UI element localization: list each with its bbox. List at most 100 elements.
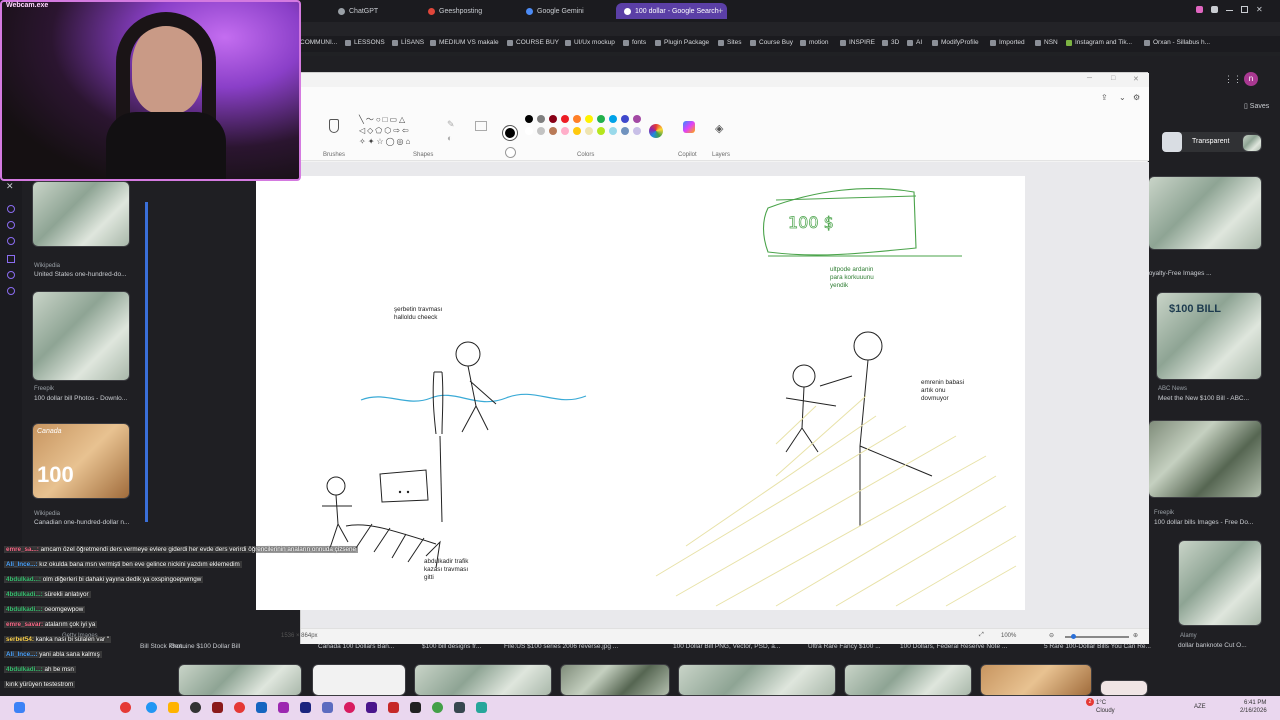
chat-username[interactable]: emre_sa...:: [6, 546, 41, 553]
app-icon[interactable]: [476, 702, 487, 713]
start-icon[interactable]: [14, 702, 25, 713]
chat-username[interactable]: 4bdulkadi...:: [6, 606, 45, 613]
color1-selector[interactable]: [503, 126, 517, 140]
bookmark-item[interactable]: LESSONS: [345, 39, 385, 46]
saves-button[interactable]: ▯ Saves: [1244, 102, 1269, 110]
circle-icon[interactable]: [7, 221, 15, 229]
color-swatch[interactable]: [609, 115, 617, 123]
edge-icon[interactable]: [146, 702, 157, 713]
circle-icon[interactable]: [7, 205, 15, 213]
app-icon[interactable]: [278, 702, 289, 713]
zoom-out-icon[interactable]: ⊖: [1049, 632, 1054, 639]
color-swatch[interactable]: [561, 127, 569, 135]
maximize-icon[interactable]: [1241, 6, 1248, 13]
result-thumbnail[interactable]: [414, 664, 552, 696]
app-icon[interactable]: [322, 702, 333, 713]
result-thumbnail[interactable]: [312, 664, 406, 696]
bookmark-item[interactable]: Instagram and Tik...: [1066, 39, 1132, 46]
obs-icon[interactable]: [190, 702, 201, 713]
result-title[interactable]: Meet the New $100 Bill - ABC...: [1158, 395, 1249, 402]
color-swatch[interactable]: [537, 127, 545, 135]
weather-icon[interactable]: 2: [1080, 698, 1094, 714]
result-title[interactable]: Canadian one-hundred-dollar n...: [34, 519, 129, 526]
zoom-slider-thumb[interactable]: [1071, 634, 1076, 639]
bookmark-item[interactable]: UI/Ux mockup: [565, 39, 615, 46]
new-tab-button[interactable]: +: [710, 3, 731, 19]
result-thumbnail[interactable]: $100 BILL: [1156, 292, 1262, 380]
result-title[interactable]: $100 bill designs fr...: [422, 643, 481, 650]
apps-grid-icon[interactable]: ⋮⋮: [1224, 74, 1242, 85]
chat-username[interactable]: Ali_Ince...:: [6, 561, 39, 568]
language-indicator[interactable]: AZE: [1194, 704, 1206, 710]
extension-icon[interactable]: [1196, 6, 1203, 13]
color-swatch[interactable]: [561, 115, 569, 123]
color-swatch[interactable]: [549, 127, 557, 135]
color-swatch[interactable]: [609, 127, 617, 135]
result-title[interactable]: 100 dollar bill Photos - Downlo...: [34, 395, 127, 402]
color-swatch[interactable]: [597, 127, 605, 135]
zoom-slider-track[interactable]: [145, 202, 148, 522]
chrome-icon[interactable]: [234, 702, 245, 713]
download-icon[interactable]: [7, 255, 15, 263]
app-icon[interactable]: [344, 702, 355, 713]
color-swatch[interactable]: [537, 115, 545, 123]
tab-chatgpt[interactable]: ChatGPT: [330, 3, 386, 19]
clock-date[interactable]: 2/16/2026: [1240, 708, 1267, 714]
chat-username[interactable]: Ali_Ince...:: [6, 651, 39, 658]
bookmark-item[interactable]: Course Buy: [750, 39, 793, 46]
acrobat-icon[interactable]: [212, 702, 223, 713]
bookmark-item[interactable]: fonts: [623, 39, 646, 46]
color-swatch[interactable]: [525, 115, 533, 123]
tab-gemini[interactable]: Google Gemini: [518, 3, 592, 19]
extension-icon[interactable]: [1211, 6, 1218, 13]
bookmark-item[interactable]: COMMUNI...: [300, 39, 337, 46]
zoom-in-icon[interactable]: ⊕: [1133, 632, 1138, 639]
minimize-icon[interactable]: [1226, 10, 1233, 11]
result-thumbnail[interactable]: [1242, 134, 1262, 152]
color-swatch[interactable]: [549, 115, 557, 123]
result-title[interactable]: 5 Rare 100-Dollar Bills You Can Re...: [1044, 643, 1151, 650]
brush-icon[interactable]: [329, 119, 339, 133]
chat-username[interactable]: 4bdulkadi...:: [6, 591, 45, 598]
color-swatch[interactable]: [633, 115, 641, 123]
chat-username[interactable]: serbet54:: [6, 636, 36, 643]
bookmark-item[interactable]: ModifyProfile: [932, 39, 979, 46]
result-thumbnail[interactable]: [1148, 176, 1262, 250]
chat-username[interactable]: 4bdulkadi...:: [6, 666, 45, 673]
result-thumbnail[interactable]: [32, 291, 130, 381]
result-title[interactable]: Canada 100 Dollars Ban...: [318, 643, 394, 650]
color-picker-icon[interactable]: [649, 124, 663, 138]
outline-icon[interactable]: ✎ ◐: [447, 117, 467, 147]
gear-icon[interactable]: ⚙: [1133, 93, 1140, 102]
result-thumbnail[interactable]: [844, 664, 972, 696]
result-thumbnail[interactable]: [1100, 680, 1148, 696]
drawing-canvas[interactable]: 100 $ şerbetin travması halloldu cheeck …: [256, 176, 1025, 610]
result-thumbnail[interactable]: [980, 664, 1092, 696]
result-thumbnail[interactable]: [560, 664, 670, 696]
result-thumbnail[interactable]: [1148, 420, 1262, 498]
app-icon[interactable]: [256, 702, 267, 713]
app-icon[interactable]: [410, 702, 421, 713]
bookmark-item[interactable]: INSPIRE: [840, 39, 875, 46]
result-thumbnail[interactable]: [1178, 540, 1262, 626]
profile-avatar[interactable]: n: [1244, 72, 1258, 86]
color-swatch[interactable]: [621, 115, 629, 123]
steam-icon[interactable]: [454, 702, 465, 713]
bookmark-item[interactable]: Imported: [990, 39, 1025, 46]
size-icon[interactable]: [475, 121, 487, 131]
color-swatch[interactable]: [597, 115, 605, 123]
result-title[interactable]: United States one-hundred-do...: [34, 271, 127, 278]
result-thumbnail[interactable]: [32, 181, 130, 247]
app-icon[interactable]: [388, 702, 399, 713]
close-icon[interactable]: ✕: [1256, 6, 1263, 16]
result-title[interactable]: 100 Dollar Bill PNG, Vector, PSD, a...: [673, 643, 780, 650]
color-swatch[interactable]: [525, 127, 533, 135]
bookmark-item[interactable]: Plugin Package: [655, 39, 709, 46]
layers-icon[interactable]: ◈: [715, 122, 723, 135]
chat-username[interactable]: 4bdulkad...:: [6, 576, 43, 583]
bookmark-item[interactable]: 3D: [882, 39, 899, 46]
circle-icon[interactable]: [7, 271, 15, 279]
clock-time[interactable]: 6:41 PM: [1244, 700, 1266, 706]
share-icon[interactable]: ⇪: [1101, 93, 1108, 102]
settings-icon[interactable]: [7, 287, 15, 295]
